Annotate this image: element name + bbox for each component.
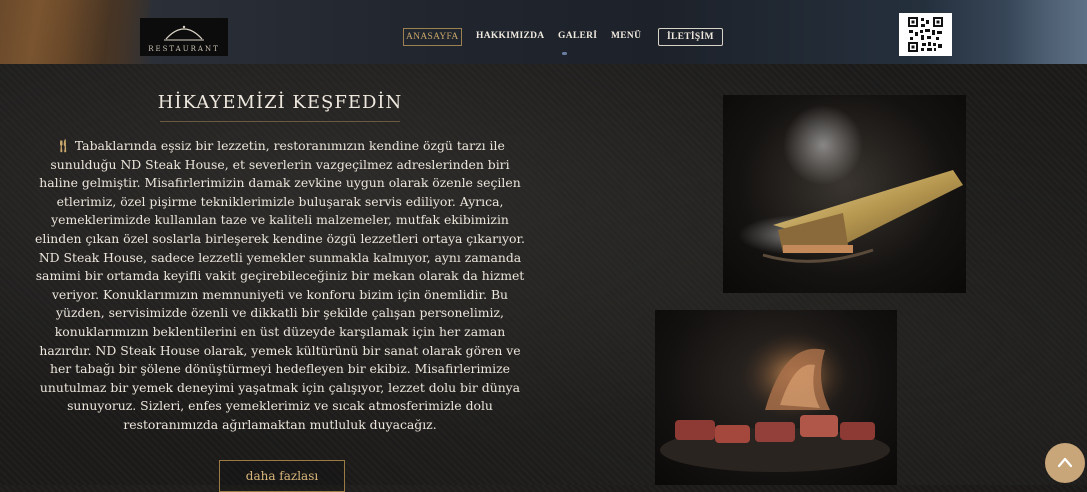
nav-item-menu[interactable]: MENÜ: [611, 28, 641, 44]
read-more-button[interactable]: daha fazlası: [219, 460, 345, 492]
utensils-icon: 🍴︎: [55, 138, 71, 153]
cloche-icon: [164, 25, 204, 41]
page-title: HİKAYEMİZİ KEŞFEDİN: [157, 92, 403, 113]
qr-code-icon: [908, 17, 943, 52]
nav-item-about[interactable]: HAKKIMIZDA: [476, 28, 544, 44]
qr-code[interactable]: [899, 13, 952, 56]
food-photo-gold-steak: [723, 95, 966, 293]
story-text-block: 🍴︎ Tabaklarında eşsiz bir lezzetin, rest…: [30, 137, 530, 435]
story-paragraph: Tabaklarında eşsiz bir lezzetin, restora…: [35, 138, 525, 432]
chevron-up-icon: [1057, 457, 1073, 468]
food-photo-grilled-meat: [655, 310, 897, 485]
restaurant-logo[interactable]: RESTAURANT: [140, 18, 228, 56]
nav-item-home[interactable]: ANASAYFA: [403, 28, 462, 46]
nav-item-contact[interactable]: İLETİŞİM: [658, 28, 723, 46]
scroll-to-top-button[interactable]: [1045, 443, 1085, 483]
title-divider: [160, 121, 400, 122]
logo-text: RESTAURANT: [148, 45, 220, 53]
nav-indicator: [562, 52, 567, 55]
nav-item-gallery[interactable]: GALERİ: [558, 28, 597, 44]
site-header: RESTAURANT ANASAYFA HAKKIMIZDA GALERİ ME…: [0, 0, 1087, 64]
